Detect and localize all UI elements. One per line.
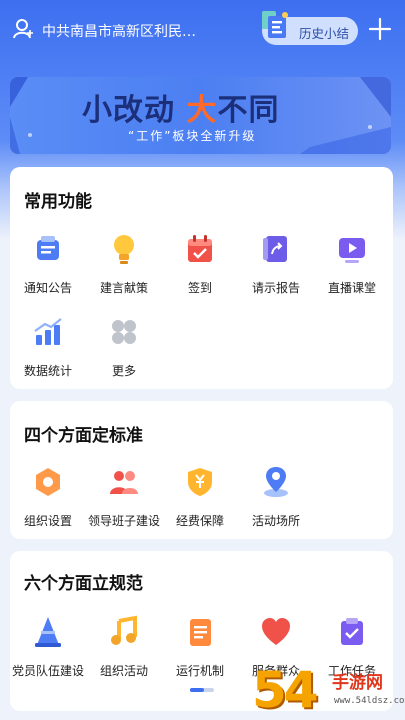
norms-title: 六个方面立规范: [24, 574, 143, 594]
item-label: 建言献策: [99, 281, 148, 295]
history-summary-button[interactable]: 历史小结: [262, 11, 358, 45]
heart-icon: [262, 618, 290, 645]
item-signin[interactable]: 签到: [162, 230, 238, 296]
item-label: 组织设置: [23, 514, 72, 528]
grid-icon: [112, 320, 136, 344]
video-play-icon: [339, 238, 365, 263]
item-label: 通知公告: [23, 281, 72, 295]
megaphone-icon: [37, 236, 59, 260]
item-mechanism[interactable]: 运行机制: [162, 613, 238, 679]
common-functions-title: 常用功能: [24, 192, 92, 212]
item-label: 签到: [187, 281, 212, 295]
item-label: 党员队伍建设: [11, 664, 84, 678]
item-member-team[interactable]: 党员队伍建设: [10, 613, 86, 679]
item-leadership[interactable]: 领导班子建设: [86, 463, 162, 529]
plus-icon[interactable]: [368, 17, 392, 41]
item-org-setup[interactable]: 组织设置: [10, 463, 86, 529]
item-label: 经费保障: [175, 514, 224, 528]
item-label: 组织活动: [99, 664, 148, 678]
item-org-activity[interactable]: 组织活动: [86, 613, 162, 679]
item-live-class[interactable]: 直播课堂: [314, 230, 390, 296]
item-label: 运行机制: [175, 664, 224, 678]
document-share-icon: [263, 236, 287, 262]
bar-chart-icon: [34, 318, 62, 345]
banner-title: 小改动 大不同: [82, 85, 279, 129]
cone-icon: [35, 617, 61, 647]
item-statistics[interactable]: 数据统计: [10, 313, 86, 379]
task-check-icon: [341, 618, 363, 645]
item-funding[interactable]: 经费保障: [162, 463, 238, 529]
site-watermark: 54 手游网 www.54ldsz.com: [252, 662, 405, 720]
watermark-number: 54: [252, 661, 319, 719]
banner-title-part1: 小改动: [82, 93, 175, 128]
banner-title-highlight: 大: [186, 93, 218, 128]
history-summary-label: 历史小结: [299, 26, 350, 41]
item-label: 领导班子建设: [87, 514, 160, 528]
top-bar: 中共南昌市高新区利民… 历史小结: [0, 0, 405, 62]
item-notice[interactable]: 通知公告: [10, 230, 86, 296]
item-label: 数据统计: [23, 364, 72, 378]
calendar-check-icon: [188, 235, 212, 262]
shield-yen-icon: [188, 468, 212, 496]
standards-title: 四个方面定标准: [24, 426, 143, 446]
item-label: 请示报告: [251, 281, 300, 295]
page-indicator-active: [190, 688, 204, 692]
item-label: 活动场所: [251, 514, 300, 528]
page-indicator: [190, 688, 214, 692]
location-pin-icon: [264, 467, 288, 497]
banner-title-part3: 不同: [217, 93, 280, 128]
standards-card: 四个方面定标准 组织设置 领导班子建设 经费保障 活动场所: [10, 401, 393, 539]
watermark-url: www.54ldsz.com: [334, 696, 405, 706]
item-venue[interactable]: 活动场所: [238, 463, 314, 529]
music-note-icon: [111, 615, 137, 645]
common-functions-card: 常用功能 通知公告 建言献策 签到 请示报告 直播课堂 数据统计 更多: [10, 167, 393, 389]
user-icon[interactable]: [12, 18, 34, 40]
users-icon: [110, 471, 138, 494]
watermark-text: 手游网: [332, 673, 383, 693]
lightbulb-icon: [114, 235, 134, 264]
promo-banner[interactable]: 小改动 大不同 “工作”板块全新升级: [10, 77, 391, 154]
item-more[interactable]: 更多: [86, 313, 162, 379]
item-report[interactable]: 请示报告: [238, 230, 314, 296]
document-stack-icon: [262, 11, 288, 38]
banner-subtitle: “工作”板块全新升级: [128, 129, 257, 143]
hexagon-icon: [36, 468, 60, 496]
item-label: 更多: [111, 364, 136, 378]
clipboard-icon: [190, 619, 211, 646]
org-selector[interactable]: 中共南昌市高新区利民…: [42, 21, 196, 41]
item-suggestion[interactable]: 建言献策: [86, 230, 162, 296]
item-label: 直播课堂: [327, 281, 376, 295]
